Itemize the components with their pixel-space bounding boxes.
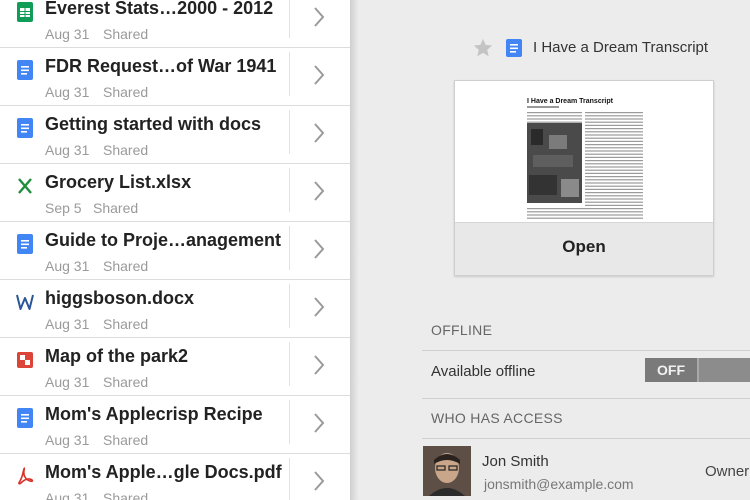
preview-heading: I Have a Dream Transcript: [527, 98, 614, 105]
file-modified-date: Aug 31: [45, 316, 90, 332]
excel-icon: [16, 176, 34, 196]
who-has-access-section-header: WHO HAS ACCESS: [431, 410, 563, 426]
docs-icon: [16, 118, 34, 138]
file-row[interactable]: Grocery List.xlsx Sep 5 Shared: [0, 164, 350, 222]
open-button[interactable]: Open: [455, 222, 713, 275]
avatar: [423, 446, 471, 496]
file-modified-date: Aug 31: [45, 374, 90, 390]
row-divider: [289, 458, 290, 500]
chevron-right-icon[interactable]: [312, 6, 326, 28]
file-row[interactable]: Guide to Proje…anagement Aug 31 Shared: [0, 222, 350, 280]
file-title: Grocery List.xlsx: [45, 172, 192, 192]
file-shared-status: Shared: [103, 374, 149, 390]
file-modified-date: Aug 31: [45, 142, 90, 158]
file-shared-status: Shared: [103, 142, 149, 158]
chevron-right-icon[interactable]: [312, 412, 326, 434]
file-title: FDR Request…of War 1941: [45, 56, 277, 76]
person-role: Owner: [705, 463, 750, 480]
divider: [422, 350, 750, 351]
row-divider: [289, 52, 290, 96]
toggle-thumb: OFF: [645, 358, 699, 382]
map-icon: [16, 350, 34, 370]
file-modified-date: Aug 31: [45, 490, 90, 500]
divider: [422, 398, 750, 399]
file-row[interactable]: Map of the park2 Aug 31 Shared: [0, 338, 350, 396]
file-title: higgsboson.docx: [45, 288, 195, 308]
docs-icon: [16, 234, 34, 254]
file-row[interactable]: higgsboson.docx Aug 31 Shared: [0, 280, 350, 338]
row-divider: [289, 110, 290, 154]
row-divider: [289, 226, 290, 270]
star-icon[interactable]: [472, 37, 494, 59]
document-title: I Have a Dream Transcript: [533, 39, 709, 56]
chevron-right-icon[interactable]: [312, 354, 326, 376]
file-shared-status: Shared: [103, 316, 149, 332]
row-divider: [289, 400, 290, 444]
docs-icon: [16, 408, 34, 428]
file-modified-date: Aug 31: [45, 432, 90, 448]
file-shared-status: Shared: [103, 84, 149, 100]
file-title: Getting started with docs: [45, 114, 262, 134]
file-list: Everest Stats…2000 - 2012 Aug 31 Shared FDR…: [0, 0, 350, 500]
available-offline-label: Available offline: [431, 363, 536, 380]
row-divider: [289, 284, 290, 328]
file-details-panel: I Have a Dream Transcript I Have a Dream…: [398, 0, 750, 500]
file-title: Map of the park2: [45, 346, 189, 366]
file-row[interactable]: Mom's Applecrisp Recipe Aug 31 Shared: [0, 396, 350, 454]
file-row[interactable]: FDR Request…of War 1941 Aug 31 Shared: [0, 48, 350, 106]
row-divider: [289, 0, 290, 38]
file-row[interactable]: Getting started with docs Aug 31 Shared: [0, 106, 350, 164]
file-modified-date: Sep 5: [45, 200, 82, 216]
person-name: Jon Smith: [482, 453, 549, 470]
toggle-state-label: OFF: [657, 362, 685, 378]
person-email: jonsmith@example.com: [484, 476, 634, 492]
document-preview-card[interactable]: I Have a Dream Transcript Open: [454, 80, 714, 276]
file-shared-status: Shared: [103, 26, 149, 42]
file-shared-status: Shared: [103, 432, 149, 448]
document-thumbnail: I Have a Dream Transcript: [525, 95, 645, 223]
offline-section-header: OFFLINE: [431, 322, 493, 338]
docs-icon: [16, 60, 34, 80]
chevron-right-icon[interactable]: [312, 122, 326, 144]
divider: [422, 438, 750, 439]
file-title: Mom's Apple…gle Docs.pdf: [45, 462, 282, 482]
file-modified-date: Aug 31: [45, 84, 90, 100]
chevron-right-icon[interactable]: [312, 296, 326, 318]
chevron-right-icon[interactable]: [312, 180, 326, 202]
chevron-right-icon[interactable]: [312, 238, 326, 260]
panel-divider-shadow: [350, 0, 398, 500]
file-modified-date: Aug 31: [45, 26, 90, 42]
file-title: Guide to Proje…anagement: [45, 230, 282, 250]
row-divider: [289, 168, 290, 212]
file-row[interactable]: Everest Stats…2000 - 2012 Aug 31 Shared: [0, 0, 350, 48]
sheets-icon: [16, 2, 34, 22]
file-shared-status: Shared: [103, 490, 149, 500]
available-offline-toggle[interactable]: OFF: [645, 358, 750, 382]
open-button-label: Open: [562, 237, 606, 256]
file-shared-status: Shared: [93, 200, 139, 216]
word-icon: [16, 292, 34, 312]
file-modified-date: Aug 31: [45, 258, 90, 274]
row-divider: [289, 342, 290, 386]
file-title: Mom's Applecrisp Recipe: [45, 404, 263, 424]
chevron-right-icon[interactable]: [312, 470, 326, 492]
docs-icon: [506, 39, 522, 57]
pdf-icon: [16, 466, 34, 486]
file-title: Everest Stats…2000 - 2012: [45, 0, 274, 18]
file-shared-status: Shared: [103, 258, 149, 274]
chevron-right-icon[interactable]: [312, 64, 326, 86]
file-row[interactable]: Mom's Apple…gle Docs.pdf Aug 31 Shared: [0, 454, 350, 500]
